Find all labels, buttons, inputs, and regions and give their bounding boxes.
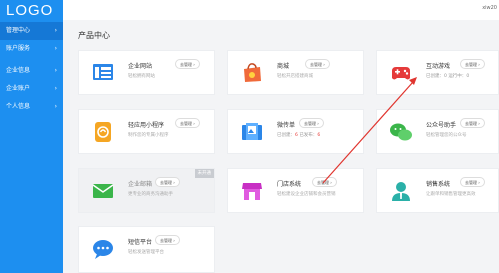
sales-person-icon bbox=[392, 182, 410, 201]
chevron-right-icon: › bbox=[54, 67, 57, 74]
mini-program-icon bbox=[95, 122, 111, 142]
flyer-icon bbox=[242, 123, 262, 140]
sidebar-item-label: 企业信息 bbox=[6, 67, 31, 74]
store-icon bbox=[242, 183, 262, 200]
product-card-interactive-game[interactable]: 互动游戏 去管理 › 已创建：0 运行中：0 bbox=[376, 50, 499, 95]
product-name: 微传单 bbox=[277, 122, 296, 129]
product-name: 短信平台 bbox=[128, 239, 153, 246]
mail-icon bbox=[92, 184, 114, 198]
manage-button[interactable]: 去管理 › bbox=[299, 118, 324, 128]
product-name: 公众号助手 bbox=[426, 122, 457, 129]
manage-button[interactable]: 去管理 › bbox=[155, 235, 180, 245]
sidebar-item-management-center[interactable]: 管理中心 › bbox=[0, 22, 63, 40]
product-card-mini-program[interactable]: 轻应用小程序 去管理 › 制作您的专属小程序 bbox=[78, 109, 215, 154]
sidebar-item-label: 企业账户 bbox=[6, 85, 31, 92]
sms-bubble-icon bbox=[93, 240, 113, 259]
manage-button[interactable]: 去管理 › bbox=[460, 118, 485, 128]
product-stats: 已创建：0 运行中：0 bbox=[426, 74, 470, 79]
manage-button[interactable]: 去管理 › bbox=[305, 59, 330, 69]
chevron-right-icon: › bbox=[54, 85, 57, 92]
product-desc: 制作您的专属小程序 bbox=[128, 133, 169, 138]
top-header: xiw20 bbox=[63, 0, 499, 20]
product-stats: 已创建：6 已发布：6 bbox=[277, 133, 321, 138]
product-desc: 轻松管理您的公众号 bbox=[426, 133, 467, 138]
product-name: 商城 bbox=[277, 63, 290, 70]
manage-button[interactable]: 去管理 › bbox=[175, 59, 200, 69]
sidebar-item-label: 账户服务 bbox=[6, 45, 31, 52]
product-card-enterprise-mail[interactable]: 企业邮箱 去管理 › 更专业的商务沟通助手 未开通 bbox=[78, 168, 215, 213]
chevron-right-icon: › bbox=[54, 45, 57, 52]
product-card-website[interactable]: 企业网站 去管理 › 轻松拥有网站 bbox=[78, 50, 215, 95]
status-badge: 未开通 bbox=[194, 169, 214, 178]
product-desc: 轻松拥有网站 bbox=[128, 74, 155, 79]
logo: LOGO bbox=[6, 2, 54, 19]
manage-button[interactable]: 去管理 › bbox=[175, 118, 200, 128]
product-desc: 轻松发送管理平台 bbox=[128, 250, 164, 255]
page-title: 产品中心 bbox=[78, 31, 110, 40]
product-name: 企业网站 bbox=[128, 63, 153, 70]
manage-button[interactable]: 去管理 › bbox=[460, 59, 485, 69]
product-desc: 让跟单和销售管理更高效 bbox=[426, 192, 476, 197]
product-desc: 更专业的商务沟通助手 bbox=[128, 192, 173, 197]
sidebar-item-label: 个人信息 bbox=[6, 103, 31, 110]
product-card-mall[interactable]: 商城 去管理 › 轻松开店搭建商城 bbox=[227, 50, 364, 95]
website-icon bbox=[93, 64, 113, 80]
product-card-sales-system[interactable]: 销售系统 去管理 › 让跟单和销售管理更高效 bbox=[376, 168, 499, 213]
product-desc: 轻松建设企业店铺和会员营销 bbox=[277, 192, 336, 197]
sidebar-item-account-service[interactable]: 账户服务 › bbox=[0, 40, 63, 58]
username[interactable]: xiw20 bbox=[482, 5, 497, 11]
product-name: 互动游戏 bbox=[426, 63, 451, 70]
product-card-official-account[interactable]: 公众号助手 去管理 › 轻松管理您的公众号 bbox=[376, 109, 499, 154]
product-desc: 轻松开店搭建商城 bbox=[277, 74, 313, 79]
chevron-right-icon: › bbox=[54, 27, 57, 34]
sidebar-item-company-account[interactable]: 企业账户 › bbox=[0, 80, 63, 98]
mall-bag-icon bbox=[244, 63, 261, 82]
product-card-flyer[interactable]: 微传单 去管理 › 已创建：6 已发布：6 bbox=[227, 109, 364, 154]
product-name: 门店系统 bbox=[277, 181, 302, 188]
sidebar-item-label: 管理中心 bbox=[6, 27, 31, 34]
sidebar: LOGO 管理中心 › 账户服务 › 企业信息 › 企业账户 › 个人信息 › bbox=[0, 0, 63, 273]
chevron-right-icon: › bbox=[54, 103, 57, 110]
wechat-icon bbox=[390, 123, 412, 141]
manage-button[interactable]: 去管理 › bbox=[460, 177, 485, 187]
product-name: 轻应用小程序 bbox=[128, 122, 165, 129]
manage-button[interactable]: 去管理 › bbox=[312, 177, 337, 187]
game-controller-icon bbox=[392, 67, 410, 80]
product-name: 企业邮箱 bbox=[128, 181, 153, 188]
sidebar-item-company-info[interactable]: 企业信息 › bbox=[0, 62, 63, 80]
sidebar-item-personal-info[interactable]: 个人信息 › bbox=[0, 98, 63, 116]
product-card-sms-platform[interactable]: 短信平台 去管理 › 轻松发送管理平台 bbox=[78, 226, 215, 273]
product-card-store-system[interactable]: 门店系统 去管理 › 轻松建设企业店铺和会员营销 bbox=[227, 168, 364, 213]
product-name: 销售系统 bbox=[426, 181, 451, 188]
manage-button[interactable]: 去管理 › bbox=[155, 177, 180, 187]
